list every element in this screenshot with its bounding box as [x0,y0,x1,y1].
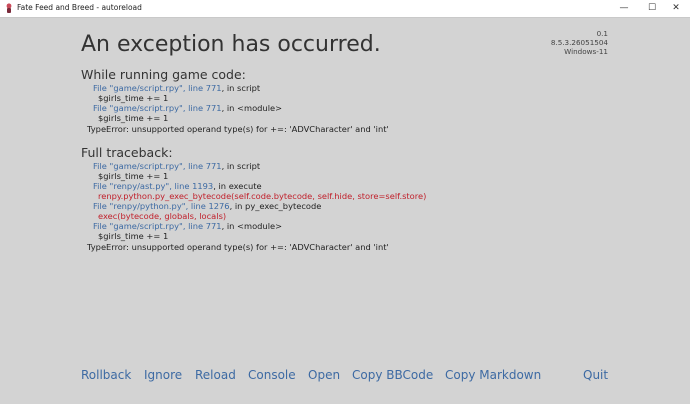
version-platform: Windows-11 [564,47,608,57]
traceback-frame-code: $girls_time += 1 [98,171,169,181]
traceback-frame-location[interactable]: File "game/script.rpy", line 771, in scr… [93,161,260,171]
ignore-button[interactable]: Ignore [144,368,182,382]
traceback-frame-code: exec(bytecode, globals, locals) [98,211,227,221]
while-running-title: While running game code: [81,67,246,82]
reload-button[interactable]: Reload [195,368,236,382]
traceback-frame-code: renpy.python.py_exec_bytecode(self.code.… [98,191,427,201]
open-button[interactable]: Open [308,368,340,382]
console-button[interactable]: Console [248,368,296,382]
traceback-frame-location[interactable]: File "game/script.rpy", line 771, in <mo… [93,221,282,231]
quit-button[interactable]: Quit [583,368,608,382]
traceback-frame-code: $girls_time += 1 [98,231,169,241]
exception-heading: An exception has occurred. [81,32,381,57]
traceback-frame-location[interactable]: File "renpy/python.py", line 1276, in py… [93,201,321,211]
copy-markdown-button[interactable]: Copy Markdown [445,368,541,382]
copy-bbcode-button[interactable]: Copy BBCode [352,368,433,382]
version-renpy: 8.5.3.26051504 [550,38,608,48]
version-info: 0.1 8.5.3.26051504 Windows-11 [551,29,608,57]
minimize-button[interactable]: — [610,0,638,17]
traceback-frame-location[interactable]: File "game/script.rpy", line 771, in scr… [93,83,260,93]
traceback-frame-location[interactable]: File "game/script.rpy", line 771, in <mo… [93,103,282,113]
rollback-button[interactable]: Rollback [81,368,131,382]
traceback-frame-location[interactable]: File "renpy/ast.py", line 1193, in execu… [93,181,262,191]
app-icon [6,3,12,13]
exception-screen: An exception has occurred. 0.1 8.5.3.260… [0,18,690,404]
error-message: TypeError: unsupported operand type(s) f… [87,242,389,252]
traceback-frame-code: $girls_time += 1 [98,113,169,123]
window-title: Fate Feed and Breed - autoreload [17,3,142,12]
error-message: TypeError: unsupported operand type(s) f… [87,124,389,134]
version-game: 0.1 [596,29,608,38]
close-button[interactable]: ✕ [662,0,690,17]
full-traceback-title: Full traceback: [81,145,173,160]
traceback-frame-code: $girls_time += 1 [98,93,169,103]
window-titlebar[interactable]: Fate Feed and Breed - autoreload — ☐ ✕ [0,0,690,18]
